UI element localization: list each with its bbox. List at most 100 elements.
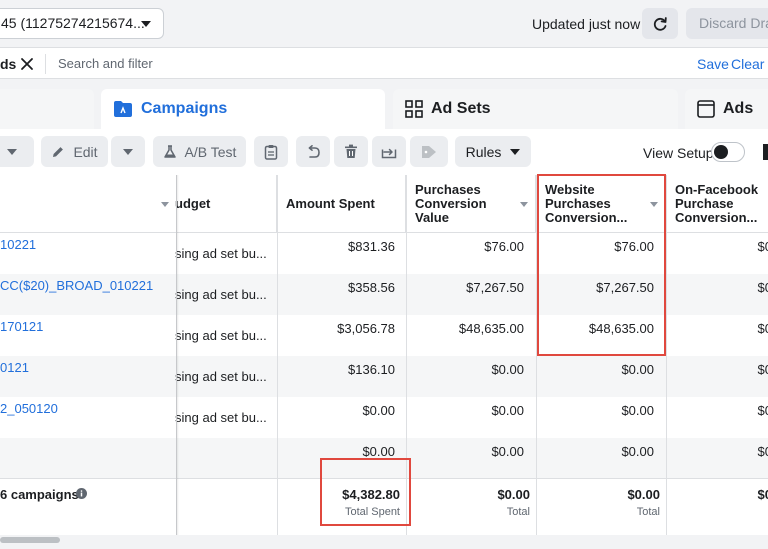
export-icon <box>381 148 397 158</box>
column-divider <box>277 175 278 535</box>
column-header-name[interactable] <box>0 175 177 233</box>
clear-link[interactable]: Clear <box>731 56 764 72</box>
budget-cell: sing ad set bu... <box>175 287 267 302</box>
campaign-name-link[interactable]: 2_050120 <box>0 397 172 438</box>
header-line: Conversion... <box>545 210 628 225</box>
column-header-amount-spent[interactable]: Amount Spent <box>277 175 406 233</box>
pcv-cell: $48,635.00 <box>458 321 524 336</box>
wpcv-cell: $0.00 <box>621 444 654 459</box>
budget-cell: sing ad set bu... <box>175 369 267 384</box>
delete-button[interactable] <box>334 136 368 167</box>
sort-icon[interactable] <box>650 202 658 207</box>
header-line: Conversion <box>415 196 487 211</box>
total-amount-spent-sub: Total Spent <box>344 506 400 518</box>
close-icon[interactable] <box>20 57 34 71</box>
total-pcv: $0.00 <box>497 487 530 502</box>
create-dropdown-button[interactable] <box>0 136 34 167</box>
tab-campaigns[interactable]: Campaigns <box>101 89 385 129</box>
header-line: Website <box>545 182 595 197</box>
campaign-name-link[interactable]: 10221 <box>0 233 172 274</box>
wpcv-cell: $7,267.50 <box>596 280 654 295</box>
column-header-budget[interactable]: udget <box>175 175 277 233</box>
column-header-onfacebook-purchase[interactable]: On-Facebook Purchase Conversion... <box>666 175 768 233</box>
sort-icon[interactable] <box>161 202 169 207</box>
table-row[interactable]: 2_050120 sing ad set bu... $0.00 $0.00 $0.00… <box>0 397 768 438</box>
campaign-name-link[interactable] <box>0 438 172 479</box>
amount-spent-cell: $0.00 <box>362 444 395 459</box>
tab-account[interactable] <box>0 89 94 129</box>
pcv-cell: $7,267.50 <box>466 280 524 295</box>
tab-campaigns-label: Campaigns <box>141 100 228 117</box>
rules-button[interactable]: Rules <box>455 136 531 167</box>
amount-spent-cell: $0.00 <box>362 403 395 418</box>
ofp-cell: $0 <box>757 280 768 295</box>
pcv-cell: $76.00 <box>484 239 524 254</box>
total-wpcv-sub: Total <box>636 506 660 518</box>
totals-label: 6 campaigns <box>0 487 79 502</box>
pcv-cell: $0.00 <box>491 362 524 377</box>
campaigns-table: 10221 sing ad set bu... $831.36 $76.00 $76.0… <box>0 174 768 535</box>
undo-button[interactable] <box>296 136 330 167</box>
table-row[interactable]: $0.00 $0.00 $0.00 $0 <box>0 438 768 479</box>
table-row[interactable]: 170121 sing ad set bu... $3,056.78 $48,635.… <box>0 315 768 356</box>
tag-button[interactable] <box>410 136 448 167</box>
tab-ad-sets-label: Ad Sets <box>431 100 491 117</box>
column-divider <box>536 175 537 535</box>
header-line: Conversion... <box>675 210 758 225</box>
total-ofp: $0 <box>757 487 768 502</box>
account-selector[interactable]: 45 (11275274215674... <box>0 8 164 39</box>
header-line: Value <box>415 210 449 225</box>
ab-test-button[interactable]: A/B Test <box>153 136 246 167</box>
top-bar: 45 (11275274215674... Updated just now D… <box>0 0 768 48</box>
trash-icon <box>345 144 357 158</box>
toolbar-edge-icon[interactable] <box>763 144 768 160</box>
chevron-down-icon <box>123 148 133 155</box>
table-row[interactable]: 0121sing ad set bu... $136.10 $0.00 $0.00 $0 <box>0 356 768 397</box>
edit-button[interactable]: Edit <box>41 136 108 167</box>
header-line: Purchase <box>675 196 734 211</box>
amount-spent-cell: $3,056.78 <box>337 321 395 336</box>
export-button[interactable] <box>372 136 406 167</box>
refresh-button[interactable] <box>642 8 678 39</box>
chevron-down-icon <box>510 148 521 155</box>
budget-cell <box>175 438 275 479</box>
filter-chip[interactable]: ds <box>0 51 33 77</box>
discard-drafts-button[interactable]: Discard Drafts <box>686 8 768 39</box>
column-header-purchases-conversion-value[interactable]: Purchases Conversion Value <box>406 175 536 233</box>
total-pcv-sub: Total <box>506 506 530 518</box>
sort-icon[interactable] <box>520 202 528 207</box>
info-icon[interactable] <box>76 488 87 499</box>
edit-label: Edit <box>73 143 98 160</box>
view-setup-toggle[interactable] <box>711 142 745 162</box>
total-amount-spent: $4,382.80 <box>342 487 400 502</box>
column-divider <box>406 175 407 535</box>
clipboard-icon <box>264 144 278 160</box>
tab-ad-sets[interactable]: Ad Sets <box>393 89 678 129</box>
ofp-cell: $0 <box>757 239 768 254</box>
column-divider <box>666 175 667 535</box>
duplicate-button[interactable] <box>254 136 288 167</box>
campaign-name-link[interactable]: 170121 <box>0 315 172 356</box>
amount-spent-cell: $831.36 <box>348 239 395 254</box>
campaign-name-link[interactable]: CC($20)_BROAD_010221 <box>0 274 172 315</box>
level-tabs: Campaigns Ad Sets Ads <box>0 79 768 129</box>
toolbar: Edit A/B Test Rules View Setup <box>0 129 768 175</box>
amount-spent-cell: $358.56 <box>348 280 395 295</box>
ofp-cell: $0 <box>757 403 768 418</box>
campaign-name-link[interactable]: 0121 <box>0 356 172 397</box>
ofp-cell: $0 <box>757 321 768 336</box>
tab-ads-label: Ads <box>723 100 754 117</box>
edit-dropdown-button[interactable] <box>111 136 145 167</box>
header-line: Purchases <box>415 182 481 197</box>
rules-label: Rules <box>465 143 502 160</box>
column-header-website-purchases[interactable]: Website Purchases Conversion... <box>536 175 666 233</box>
budget-cell: sing ad set bu... <box>175 328 267 343</box>
search-filter-input[interactable]: Search and filter <box>58 56 153 71</box>
table-row[interactable]: CC($20)_BROAD_010221 sing ad set bu... $35… <box>0 274 768 315</box>
amount-spent-cell: $136.10 <box>348 362 395 377</box>
table-row[interactable]: 10221 sing ad set bu... $831.36 $76.00 $76.0… <box>0 233 768 274</box>
horizontal-scrollbar[interactable] <box>0 537 60 543</box>
tab-ads[interactable]: Ads <box>685 89 768 129</box>
grid-icon <box>405 100 423 118</box>
save-link[interactable]: Save <box>697 56 729 72</box>
